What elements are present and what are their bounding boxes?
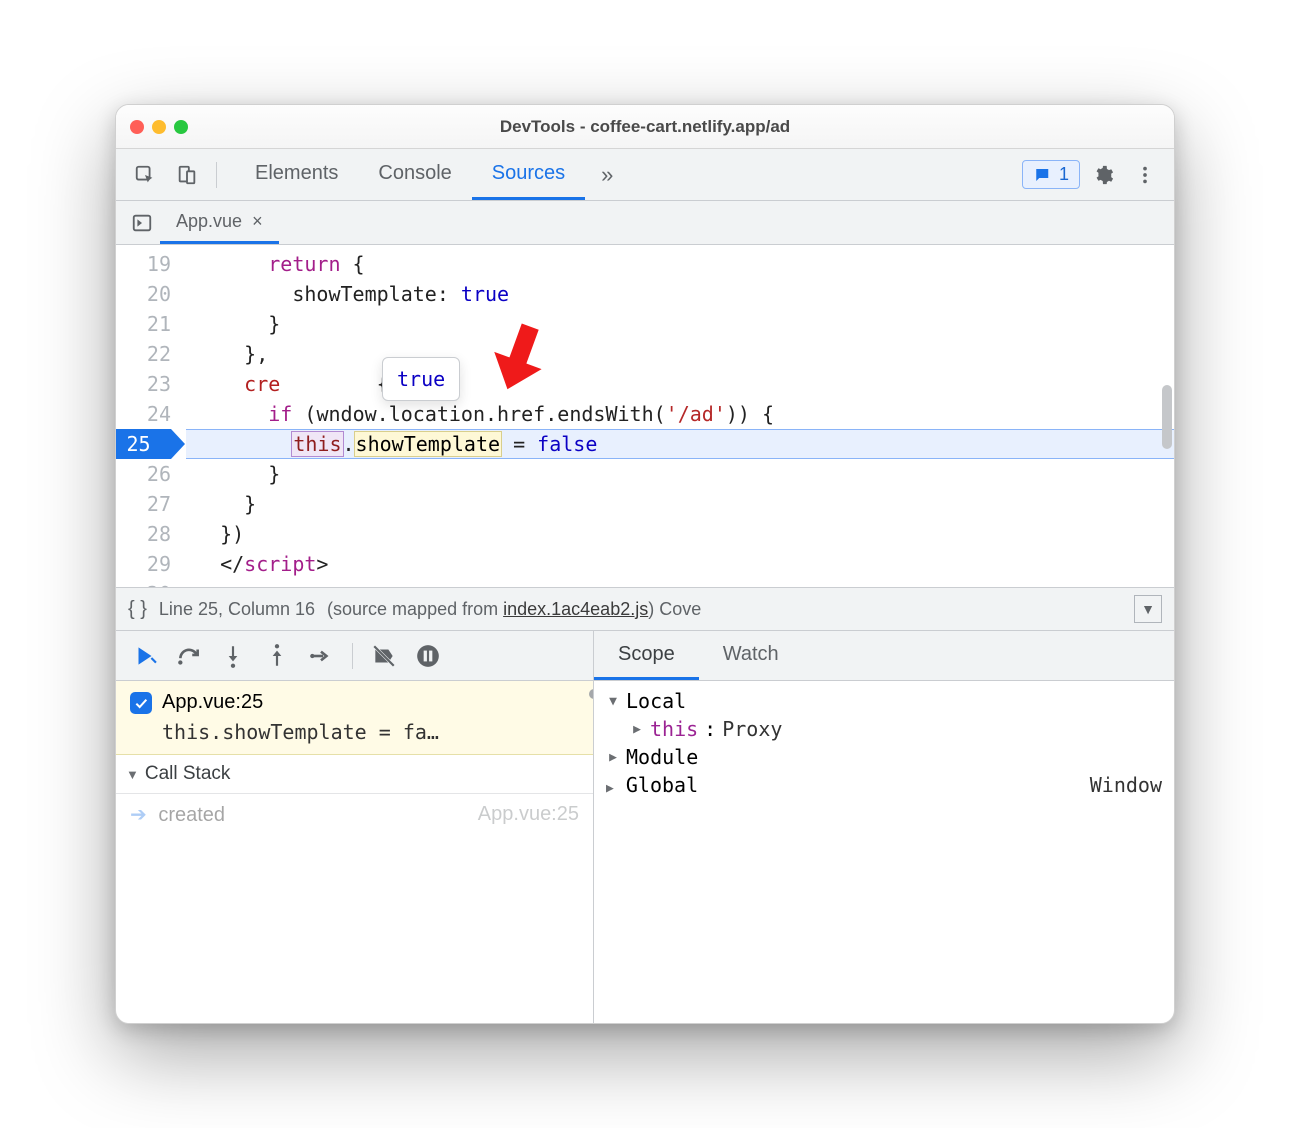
code-line[interactable]: if (wndow.location.href.endsWith('/ad'))… [186, 399, 1174, 429]
navigator-toggle-icon[interactable] [124, 201, 160, 244]
line-number[interactable]: 27 [116, 489, 171, 519]
issues-count: 1 [1059, 164, 1069, 185]
more-icon[interactable] [1126, 156, 1164, 194]
code-content[interactable]: true return { showTemplate: true } }, cr… [186, 245, 1174, 587]
line-number[interactable]: 21 [116, 309, 171, 339]
stack-frame[interactable]: ➔ created App.vue:25 [116, 794, 593, 835]
cursor-position: Line 25, Column 16 [159, 599, 315, 620]
paused-at-breakpoint[interactable]: App.vue:25 this.showTemplate = fa… [116, 681, 593, 755]
code-line[interactable] [186, 579, 1174, 587]
scrollbar-thumb[interactable] [1162, 385, 1172, 449]
inspect-element-icon[interactable] [126, 156, 164, 194]
step-out-icon[interactable] [258, 637, 296, 675]
window-titlebar: DevTools - coffee-cart.netlify.app/ad [116, 105, 1174, 149]
settings-icon[interactable] [1084, 156, 1122, 194]
line-number[interactable]: 28 [116, 519, 171, 549]
triangle-right-icon: ▶ [606, 750, 620, 765]
code-line[interactable]: showTemplate: true [186, 279, 1174, 309]
close-tab-icon[interactable]: × [252, 211, 263, 232]
breakpoint-checkbox[interactable] [130, 692, 152, 714]
tab-elements[interactable]: Elements [235, 149, 358, 200]
scope-module[interactable]: ▶ Module [606, 745, 1162, 769]
scope-this[interactable]: ▶ this: Proxy [606, 717, 1162, 741]
line-number[interactable]: 30 [116, 579, 171, 587]
window-title: DevTools - coffee-cart.netlify.app/ad [116, 117, 1174, 137]
line-number-gutter[interactable]: 192021222324252627282930 [116, 245, 186, 587]
tab-watch[interactable]: Watch [699, 631, 803, 680]
resume-icon[interactable] [126, 637, 164, 675]
line-number[interactable]: 22 [116, 339, 171, 369]
line-number[interactable]: 19 [116, 249, 171, 279]
step-into-icon[interactable] [214, 637, 252, 675]
triangle-right-icon: ▶ [606, 781, 614, 796]
deactivate-breakpoints-icon[interactable] [365, 637, 403, 675]
toolbar-separator [216, 162, 217, 188]
source-tab-filename: App.vue [176, 211, 242, 232]
source-map-info: (source mapped from index.1ac4eab2.js) C… [327, 599, 701, 620]
main-toolbar: Elements Console Sources » 1 [116, 149, 1174, 201]
line-number[interactable]: 24 [116, 399, 171, 429]
bottom-panels: App.vue:25 this.showTemplate = fa… ▼ Cal… [116, 681, 1174, 1023]
triangle-down-icon: ▼ [606, 694, 620, 709]
source-tab-app-vue[interactable]: App.vue × [160, 201, 279, 244]
sidebar-tabs: Scope Watch [594, 631, 1174, 680]
code-line[interactable]: this.showTemplate = false [186, 429, 1174, 459]
line-number[interactable]: 23 [116, 369, 171, 399]
code-line[interactable]: } [186, 309, 1174, 339]
pause-location: App.vue:25 [162, 691, 263, 714]
code-line[interactable]: cre { [186, 369, 1174, 399]
line-number[interactable]: 29 [116, 549, 171, 579]
stack-frame-location: App.vue:25 [478, 803, 579, 826]
callstack-label: Call Stack [145, 763, 231, 785]
editor-status-bar: { } Line 25, Column 16 (source mapped fr… [116, 587, 1174, 631]
device-toolbar-icon[interactable] [168, 156, 206, 194]
debug-controls [116, 631, 594, 680]
triangle-down-icon: ▼ [126, 767, 139, 782]
pretty-print-icon[interactable]: { } [128, 598, 147, 621]
code-line[interactable]: </script> [186, 549, 1174, 579]
source-tabstrip: App.vue × [116, 201, 1174, 245]
issues-badge[interactable]: 1 [1022, 160, 1080, 189]
debugger-toolbar: Scope Watch [116, 631, 1174, 681]
scope-panel: ▼ Local ▶ this: Proxy ▶ Module ▶ Global … [594, 681, 1174, 1023]
code-line[interactable]: return { [186, 249, 1174, 279]
scope-local[interactable]: ▼ Local [606, 689, 1162, 713]
tab-sources[interactable]: Sources [472, 149, 585, 200]
tabs-overflow-button[interactable]: » [589, 162, 625, 188]
line-number[interactable]: 26 [116, 459, 171, 489]
panel-tabs: Elements Console Sources [235, 149, 585, 200]
code-line[interactable]: } [186, 489, 1174, 519]
close-window-button[interactable] [130, 120, 144, 134]
code-line[interactable]: }) [186, 519, 1174, 549]
value-hover-tooltip: true [382, 357, 460, 401]
tab-scope[interactable]: Scope [594, 631, 699, 680]
minimize-window-button[interactable] [152, 120, 166, 134]
status-overflow-icon[interactable]: ▼ [1134, 595, 1162, 623]
devtools-window: DevTools - coffee-cart.netlify.app/ad El… [115, 104, 1175, 1024]
line-number[interactable]: 25 [116, 429, 171, 459]
current-frame-icon: ➔ [130, 804, 147, 826]
scope-global[interactable]: ▶ Global Window [606, 773, 1162, 797]
step-over-icon[interactable] [170, 637, 208, 675]
stack-frame-name: created [158, 804, 225, 826]
code-line[interactable]: }, [186, 339, 1174, 369]
code-editor[interactable]: 192021222324252627282930 true return { s… [116, 245, 1174, 587]
pause-exceptions-icon[interactable] [409, 637, 447, 675]
pause-code-preview: this.showTemplate = fa… [130, 720, 579, 744]
fullscreen-window-button[interactable] [174, 120, 188, 134]
triangle-right-icon: ▶ [630, 722, 644, 737]
line-number[interactable]: 20 [116, 279, 171, 309]
callstack-panel: App.vue:25 this.showTemplate = fa… ▼ Cal… [116, 681, 594, 1023]
code-line[interactable]: } [186, 459, 1174, 489]
callstack-section-header[interactable]: ▼ Call Stack [116, 755, 593, 794]
step-icon[interactable] [302, 637, 340, 675]
tab-console[interactable]: Console [358, 149, 471, 200]
traffic-lights [130, 120, 188, 134]
debug-separator [352, 643, 353, 669]
source-map-link[interactable]: index.1ac4eab2.js [503, 599, 648, 619]
